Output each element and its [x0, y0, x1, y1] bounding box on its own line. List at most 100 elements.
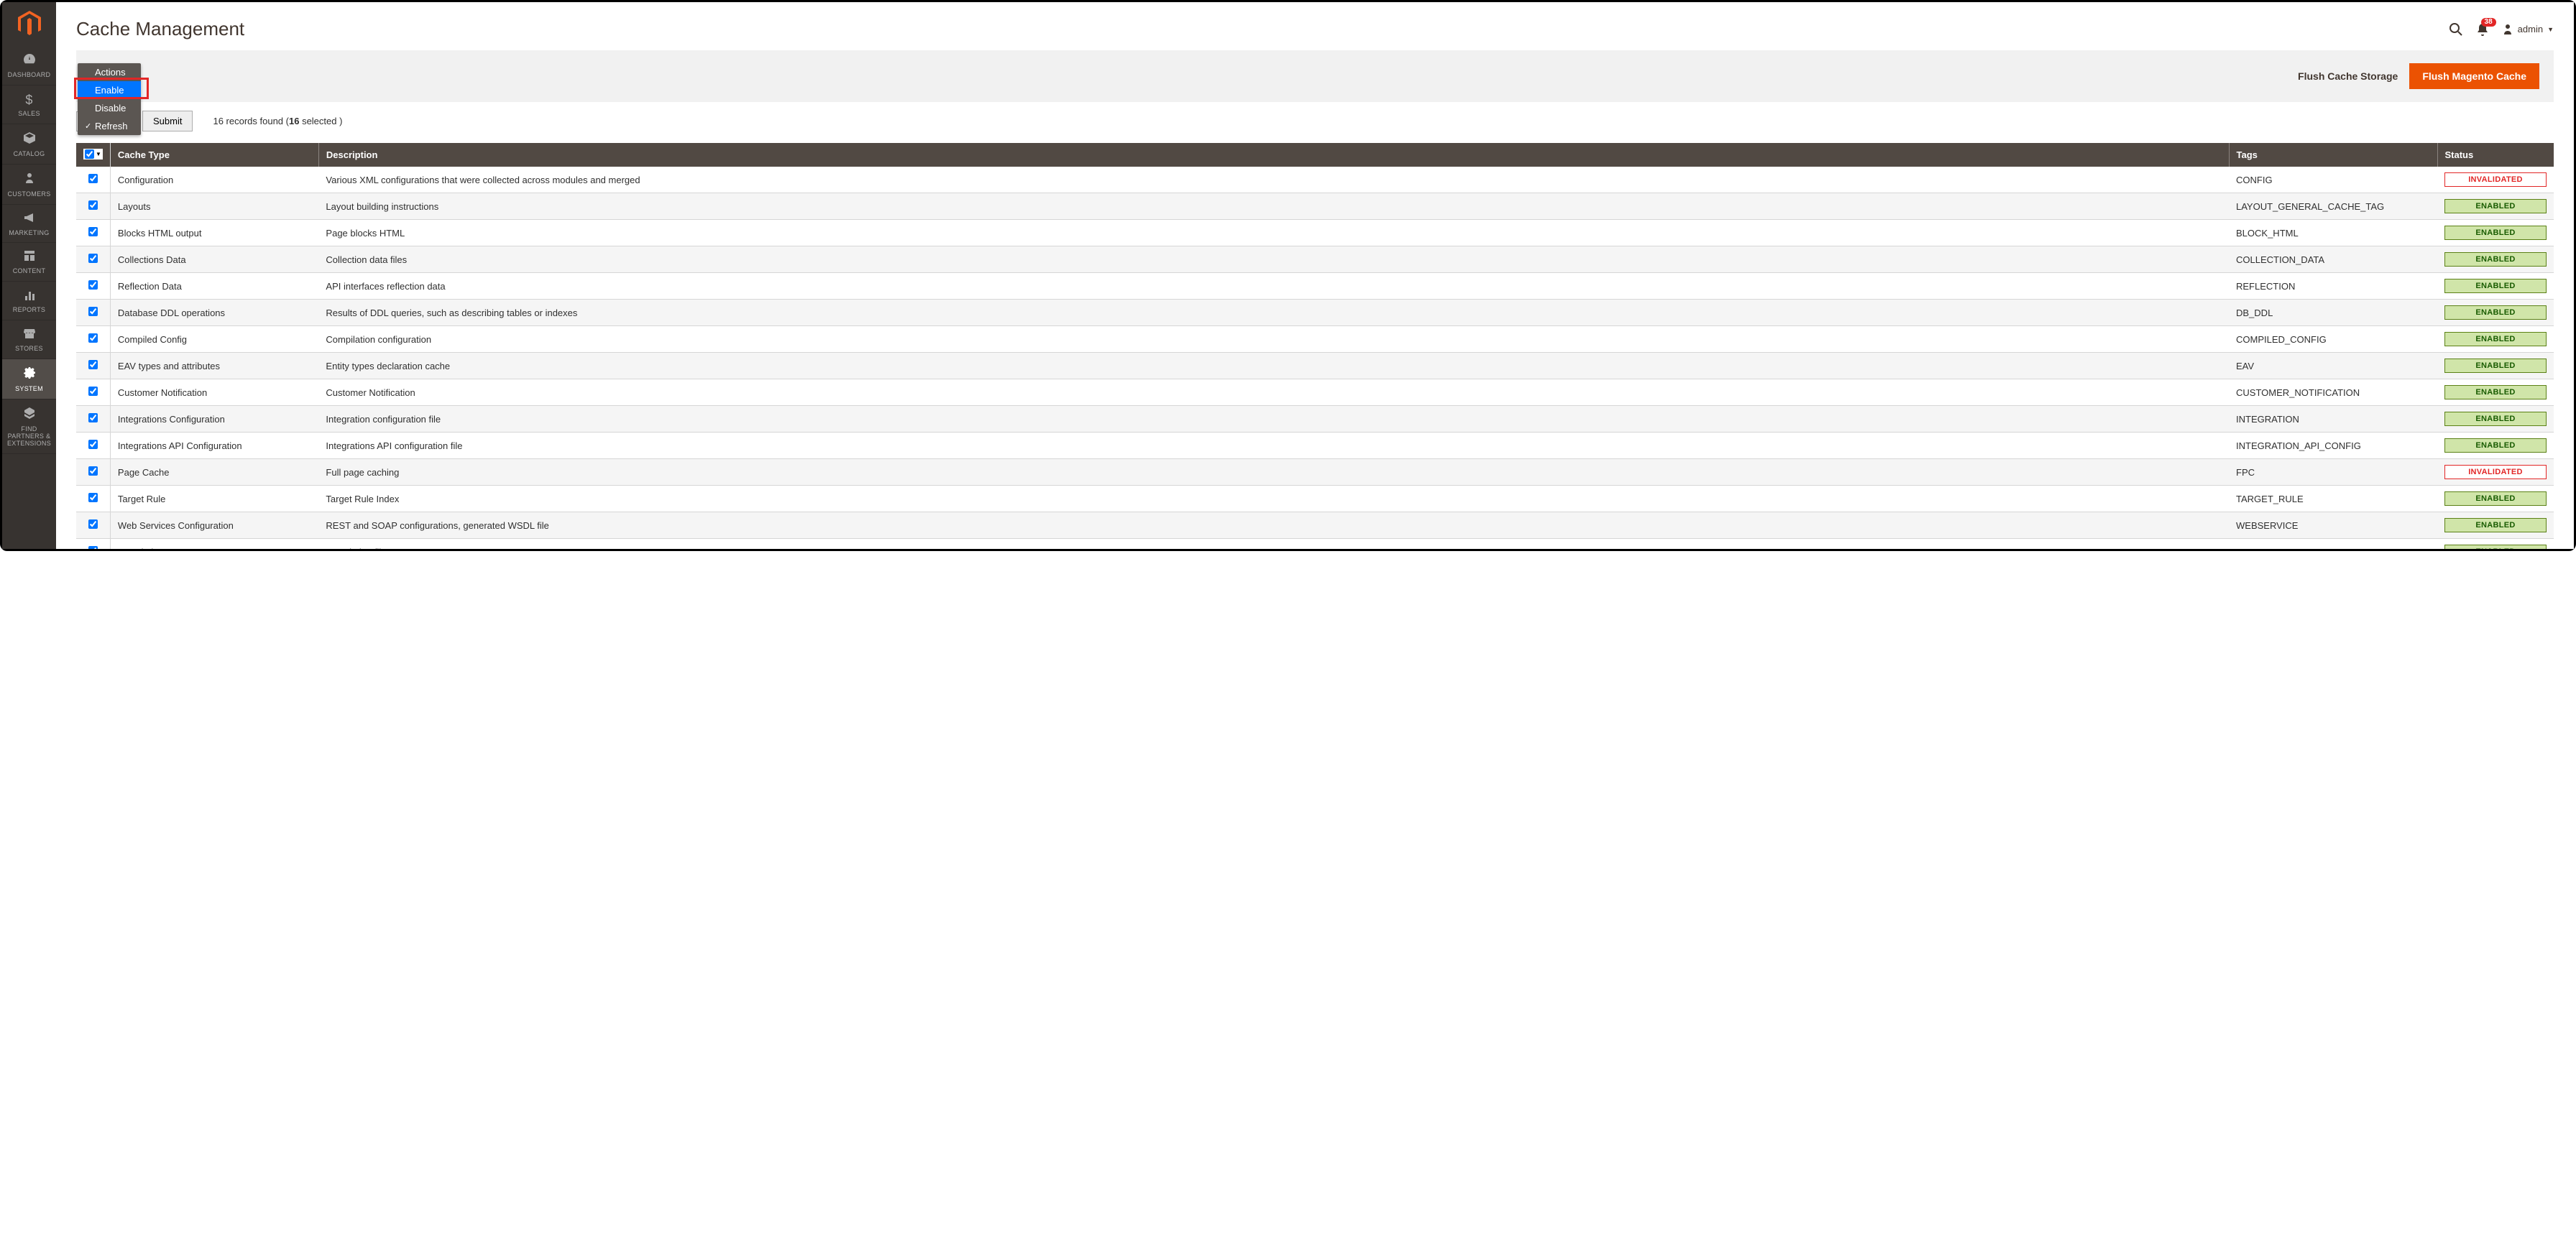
cell-status: ENABLED [2437, 406, 2554, 433]
records-found-label: 16 records found (16 selected ) [213, 116, 342, 126]
cell-description: Integrations API configuration file [318, 433, 2229, 459]
row-checkbox[interactable] [88, 307, 98, 316]
select-all-checkbox[interactable] [85, 149, 94, 159]
nav-dashboard[interactable]: DASHBOARD [2, 45, 56, 85]
nav-catalog[interactable]: CATALOG [2, 124, 56, 165]
row-checkbox[interactable] [88, 519, 98, 529]
nav-system[interactable]: SYSTEM [2, 359, 56, 399]
megaphone-icon [23, 212, 36, 227]
store-icon [23, 328, 36, 343]
main-content: Cache Management 38 admin ▼ Flush Cache … [56, 2, 2574, 549]
cell-description: Page blocks HTML [318, 220, 2229, 246]
cell-description: Translation files [318, 539, 2229, 550]
nav-label: REPORTS [13, 307, 45, 314]
row-checkbox[interactable] [88, 360, 98, 369]
row-checkbox[interactable] [88, 200, 98, 210]
header-description[interactable]: Description [318, 143, 2229, 167]
nav-reports[interactable]: REPORTS [2, 282, 56, 320]
table-row[interactable]: Reflection DataAPI interfaces reflection… [76, 273, 2554, 300]
table-row[interactable]: Compiled ConfigCompilation configuration… [76, 326, 2554, 353]
table-row[interactable]: Integrations API ConfigurationIntegratio… [76, 433, 2554, 459]
header-select-all[interactable]: ▼ [76, 143, 110, 167]
action-option-refresh[interactable]: ✓Refresh [78, 117, 141, 135]
table-row[interactable]: Blocks HTML outputPage blocks HTMLBLOCK_… [76, 220, 2554, 246]
row-checkbox[interactable] [88, 546, 98, 549]
cell-description: Integration configuration file [318, 406, 2229, 433]
row-checkbox[interactable] [88, 440, 98, 449]
actions-menu-label: Actions [78, 63, 141, 81]
cell-cache-type: Collections Data [110, 246, 318, 273]
status-badge: ENABLED [2444, 252, 2547, 267]
nav-label: CATALOG [14, 151, 45, 158]
status-badge: INVALIDATED [2444, 465, 2547, 479]
row-checkbox[interactable] [88, 254, 98, 263]
nav-label: CONTENT [13, 268, 46, 275]
nav-find-partners[interactable]: FIND PARTNERS & EXTENSIONS [2, 399, 56, 454]
cell-status: ENABLED [2437, 300, 2554, 326]
row-checkbox[interactable] [88, 387, 98, 396]
table-row[interactable]: Page CacheFull page cachingFPCINVALIDATE… [76, 459, 2554, 486]
cell-tags: REFLECTION [2229, 273, 2437, 300]
nav-sales[interactable]: $ SALES [2, 85, 56, 124]
table-row[interactable]: Collections DataCollection data filesCOL… [76, 246, 2554, 273]
status-badge: ENABLED [2444, 332, 2547, 346]
notification-badge: 38 [2481, 18, 2496, 27]
table-row[interactable]: ConfigurationVarious XML configurations … [76, 167, 2554, 193]
table-row[interactable]: LayoutsLayout building instructionsLAYOU… [76, 193, 2554, 220]
cell-cache-type: Target Rule [110, 486, 318, 512]
row-checkbox[interactable] [88, 333, 98, 343]
cell-status: ENABLED [2437, 220, 2554, 246]
nav-content[interactable]: CONTENT [2, 243, 56, 282]
cell-cache-type: Configuration [110, 167, 318, 193]
row-checkbox[interactable] [88, 413, 98, 422]
cell-description: Full page caching [318, 459, 2229, 486]
table-row[interactable]: Integrations ConfigurationIntegration co… [76, 406, 2554, 433]
header-tags[interactable]: Tags [2229, 143, 2437, 167]
cell-description: REST and SOAP configurations, generated … [318, 512, 2229, 539]
row-checkbox[interactable] [88, 280, 98, 290]
notifications-button[interactable]: 38 [2476, 22, 2489, 37]
cell-cache-type: Reflection Data [110, 273, 318, 300]
cell-tags: COMPILED_CONFIG [2229, 326, 2437, 353]
cell-cache-type: Compiled Config [110, 326, 318, 353]
status-badge: ENABLED [2444, 199, 2547, 213]
table-row[interactable]: TranslationsTranslation filesTRANSLATEEN… [76, 539, 2554, 550]
grid-actions-row: Actions Enable Disable ✓Refresh Submit 1… [76, 111, 2554, 131]
dollar-icon: $ [25, 93, 32, 108]
nav-marketing[interactable]: MARKETING [2, 205, 56, 244]
table-row[interactable]: Customer NotificationCustomer Notificati… [76, 379, 2554, 406]
table-row[interactable]: Database DDL operationsResults of DDL qu… [76, 300, 2554, 326]
flush-magento-cache-button[interactable]: Flush Magento Cache [2409, 63, 2539, 89]
cell-cache-type: Web Services Configuration [110, 512, 318, 539]
flush-cache-storage-button[interactable]: Flush Cache Storage [2298, 70, 2398, 82]
header-cache-type[interactable]: Cache Type [110, 143, 318, 167]
row-checkbox[interactable] [88, 493, 98, 502]
cell-tags: INTEGRATION_API_CONFIG [2229, 433, 2437, 459]
cell-status: INVALIDATED [2437, 459, 2554, 486]
table-row[interactable]: EAV types and attributesEntity types dec… [76, 353, 2554, 379]
cell-status: ENABLED [2437, 539, 2554, 550]
status-badge: ENABLED [2444, 545, 2547, 549]
search-button[interactable] [2449, 22, 2463, 37]
cell-tags: INTEGRATION [2229, 406, 2437, 433]
nav-customers[interactable]: CUSTOMERS [2, 165, 56, 205]
cell-status: ENABLED [2437, 273, 2554, 300]
action-option-disable[interactable]: Disable [78, 99, 141, 117]
row-checkbox[interactable] [88, 174, 98, 183]
action-option-enable[interactable]: Enable [78, 81, 141, 99]
table-row[interactable]: Target RuleTarget Rule IndexTARGET_RULEE… [76, 486, 2554, 512]
row-checkbox[interactable] [88, 227, 98, 236]
person-icon [24, 172, 34, 188]
cell-description: Results of DDL queries, such as describi… [318, 300, 2229, 326]
admin-account-dropdown[interactable]: admin ▼ [2502, 23, 2554, 36]
cell-status: ENABLED [2437, 246, 2554, 273]
row-checkbox[interactable] [88, 466, 98, 476]
cell-cache-type: Customer Notification [110, 379, 318, 406]
cell-description: Layout building instructions [318, 193, 2229, 220]
magento-logo[interactable] [2, 2, 56, 45]
table-row[interactable]: Web Services ConfigurationREST and SOAP … [76, 512, 2554, 539]
cell-cache-type: Integrations Configuration [110, 406, 318, 433]
nav-stores[interactable]: STORES [2, 320, 56, 359]
submit-button[interactable]: Submit [142, 111, 193, 131]
header-status[interactable]: Status [2437, 143, 2554, 167]
